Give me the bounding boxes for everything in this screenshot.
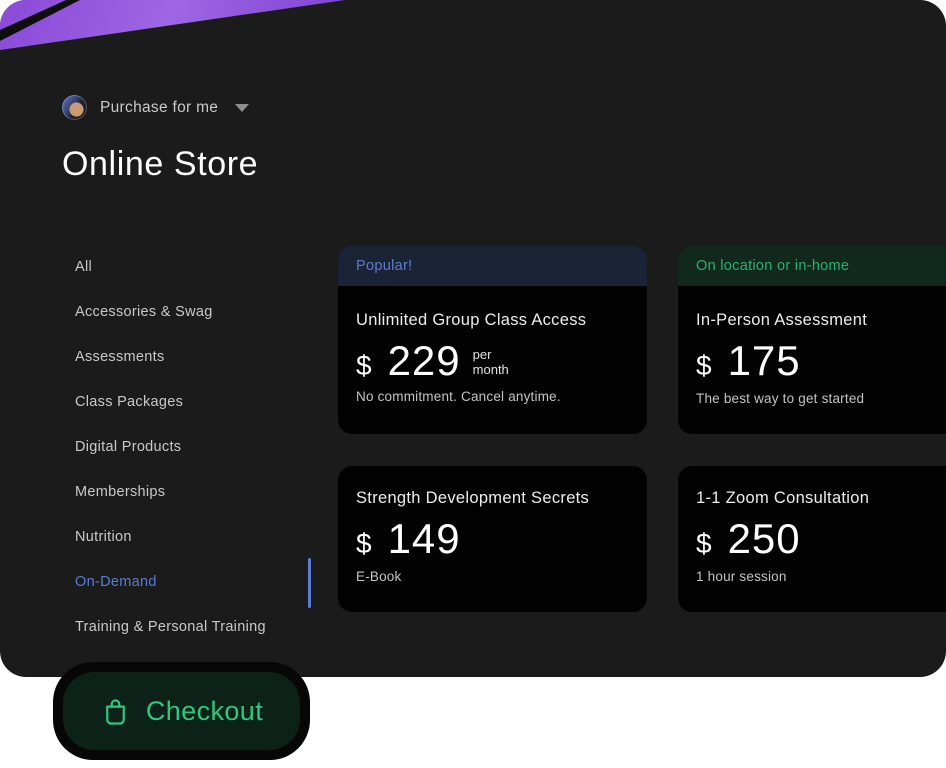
user-avatar bbox=[62, 95, 87, 120]
product-card-unlimited-group-class[interactable]: Popular! Unlimited Group Class Access $ … bbox=[338, 246, 647, 434]
product-title: In-Person Assessment bbox=[696, 311, 868, 329]
chevron-down-icon[interactable] bbox=[235, 103, 250, 112]
product-subtitle: The best way to get started bbox=[696, 391, 865, 406]
currency-symbol: $ bbox=[696, 528, 712, 559]
active-category-indicator bbox=[308, 558, 311, 608]
sidebar-item-memberships[interactable]: Memberships bbox=[75, 484, 305, 529]
product-price: 250 bbox=[727, 515, 801, 562]
online-store-panel: Purchase for me Online Store All Accesso… bbox=[0, 0, 946, 677]
product-price: 175 bbox=[727, 337, 801, 384]
product-price: 229 bbox=[387, 337, 461, 384]
product-title: 1-1 Zoom Consultation bbox=[696, 489, 870, 507]
product-card-in-person-assessment[interactable]: On location or in-home In-Person Assessm… bbox=[678, 246, 946, 434]
product-title: Strength Development Secrets bbox=[356, 489, 590, 507]
checkout-label: Checkout bbox=[145, 695, 264, 726]
location-badge: On location or in-home bbox=[678, 246, 946, 286]
billing-period: per month bbox=[472, 347, 509, 377]
product-price: 149 bbox=[387, 515, 461, 562]
sidebar-item-on-demand[interactable]: On-Demand bbox=[75, 574, 305, 619]
price-row: $ 175 bbox=[696, 340, 946, 382]
currency-symbol: $ bbox=[696, 350, 712, 381]
sidebar-item-class-packages[interactable]: Class Packages bbox=[75, 394, 305, 439]
checkout-button-inner[interactable]: Checkout bbox=[63, 672, 300, 750]
sidebar-item-nutrition[interactable]: Nutrition bbox=[75, 529, 305, 574]
sidebar-item-training[interactable]: Training & Personal Training bbox=[75, 619, 305, 664]
product-card-strength-secrets[interactable]: Strength Development Secrets $ 149 E-Boo… bbox=[338, 466, 647, 612]
sidebar-item-accessories-swag[interactable]: Accessories & Swag bbox=[75, 304, 305, 349]
purchase-for-label: Purchase for me bbox=[100, 98, 219, 116]
sidebar-item-assessments[interactable]: Assessments bbox=[75, 349, 305, 394]
currency-symbol: $ bbox=[356, 528, 372, 559]
sidebar-item-digital-products[interactable]: Digital Products bbox=[75, 439, 305, 484]
product-card-zoom-consultation[interactable]: 1-1 Zoom Consultation $ 250 1 hour sessi… bbox=[678, 466, 946, 612]
sidebar-item-all[interactable]: All bbox=[75, 259, 305, 304]
purchase-for-dropdown[interactable]: Purchase for me bbox=[62, 94, 250, 121]
product-subtitle: E-Book bbox=[356, 569, 402, 584]
category-sidebar: All Accessories & Swag Assessments Class… bbox=[75, 259, 305, 664]
popular-badge: Popular! bbox=[338, 246, 647, 286]
checkout-button[interactable]: Checkout bbox=[53, 662, 310, 760]
price-row: $ 250 bbox=[696, 518, 946, 560]
product-subtitle: 1 hour session bbox=[696, 569, 787, 584]
page-title: Online Store bbox=[62, 145, 259, 183]
price-row: $ 149 bbox=[356, 518, 629, 560]
product-subtitle: No commitment. Cancel anytime. bbox=[356, 389, 561, 404]
price-row: $ 229 per month bbox=[356, 340, 629, 382]
product-title: Unlimited Group Class Access bbox=[356, 311, 587, 329]
currency-symbol: $ bbox=[356, 350, 372, 381]
store-screen: Purchase for me Online Store All Accesso… bbox=[0, 0, 946, 768]
shopping-bag-icon bbox=[105, 698, 125, 725]
